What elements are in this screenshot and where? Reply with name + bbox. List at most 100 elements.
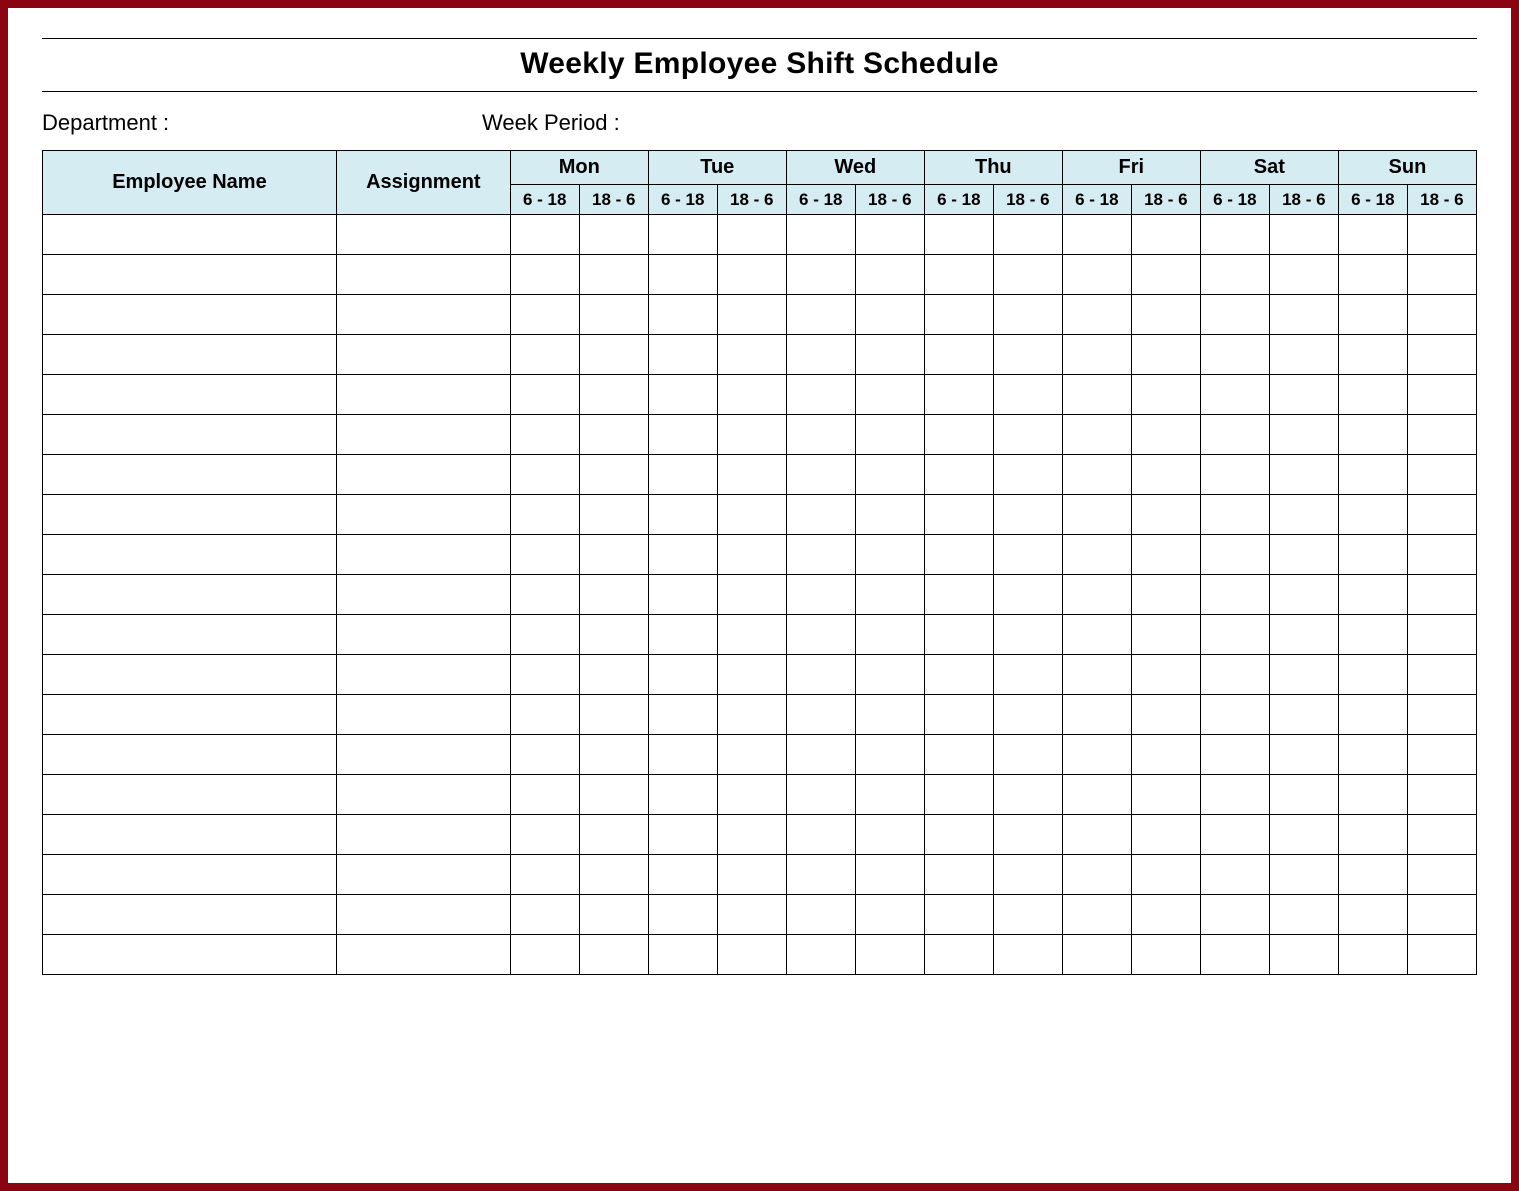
- cell-shift[interactable]: [717, 455, 786, 495]
- cell-employee[interactable]: [43, 335, 337, 375]
- cell-shift[interactable]: [510, 575, 579, 615]
- cell-shift[interactable]: [579, 935, 648, 975]
- cell-assignment[interactable]: [336, 575, 510, 615]
- cell-shift[interactable]: [1062, 615, 1131, 655]
- cell-shift[interactable]: [786, 775, 855, 815]
- cell-employee[interactable]: [43, 375, 337, 415]
- cell-shift[interactable]: [1131, 655, 1200, 695]
- cell-shift[interactable]: [1200, 375, 1269, 415]
- cell-shift[interactable]: [993, 295, 1062, 335]
- cell-shift[interactable]: [1131, 255, 1200, 295]
- cell-employee[interactable]: [43, 215, 337, 255]
- cell-shift[interactable]: [1200, 495, 1269, 535]
- cell-shift[interactable]: [1338, 215, 1407, 255]
- cell-shift[interactable]: [1338, 695, 1407, 735]
- cell-shift[interactable]: [993, 535, 1062, 575]
- cell-shift[interactable]: [1407, 495, 1476, 535]
- cell-shift[interactable]: [1269, 375, 1338, 415]
- cell-shift[interactable]: [993, 615, 1062, 655]
- cell-shift[interactable]: [510, 335, 579, 375]
- cell-shift[interactable]: [993, 655, 1062, 695]
- cell-shift[interactable]: [786, 415, 855, 455]
- cell-shift[interactable]: [717, 535, 786, 575]
- cell-shift[interactable]: [924, 455, 993, 495]
- cell-shift[interactable]: [855, 375, 924, 415]
- cell-shift[interactable]: [1269, 735, 1338, 775]
- cell-shift[interactable]: [648, 535, 717, 575]
- cell-shift[interactable]: [1200, 215, 1269, 255]
- cell-shift[interactable]: [1062, 535, 1131, 575]
- cell-shift[interactable]: [579, 495, 648, 535]
- cell-shift[interactable]: [1131, 295, 1200, 335]
- cell-shift[interactable]: [1407, 775, 1476, 815]
- cell-shift[interactable]: [1062, 655, 1131, 695]
- cell-shift[interactable]: [1062, 695, 1131, 735]
- cell-shift[interactable]: [1407, 455, 1476, 495]
- cell-shift[interactable]: [924, 655, 993, 695]
- cell-shift[interactable]: [855, 695, 924, 735]
- cell-shift[interactable]: [786, 375, 855, 415]
- cell-shift[interactable]: [717, 815, 786, 855]
- cell-shift[interactable]: [855, 255, 924, 295]
- cell-shift[interactable]: [855, 775, 924, 815]
- cell-shift[interactable]: [786, 255, 855, 295]
- cell-shift[interactable]: [786, 295, 855, 335]
- cell-shift[interactable]: [786, 575, 855, 615]
- cell-employee[interactable]: [43, 935, 337, 975]
- cell-shift[interactable]: [924, 855, 993, 895]
- cell-shift[interactable]: [717, 615, 786, 655]
- cell-shift[interactable]: [786, 535, 855, 575]
- cell-assignment[interactable]: [336, 615, 510, 655]
- cell-shift[interactable]: [855, 895, 924, 935]
- cell-shift[interactable]: [924, 575, 993, 615]
- cell-employee[interactable]: [43, 535, 337, 575]
- cell-shift[interactable]: [855, 615, 924, 655]
- cell-shift[interactable]: [510, 455, 579, 495]
- cell-shift[interactable]: [1338, 895, 1407, 935]
- cell-shift[interactable]: [648, 695, 717, 735]
- cell-shift[interactable]: [1131, 695, 1200, 735]
- cell-shift[interactable]: [1407, 655, 1476, 695]
- cell-shift[interactable]: [1131, 575, 1200, 615]
- cell-shift[interactable]: [717, 775, 786, 815]
- cell-shift[interactable]: [1062, 575, 1131, 615]
- cell-shift[interactable]: [786, 215, 855, 255]
- cell-shift[interactable]: [579, 615, 648, 655]
- cell-shift[interactable]: [510, 615, 579, 655]
- cell-shift[interactable]: [1131, 535, 1200, 575]
- cell-shift[interactable]: [1269, 215, 1338, 255]
- cell-shift[interactable]: [855, 495, 924, 535]
- cell-shift[interactable]: [1062, 895, 1131, 935]
- cell-shift[interactable]: [1131, 375, 1200, 415]
- cell-shift[interactable]: [993, 495, 1062, 535]
- cell-shift[interactable]: [855, 335, 924, 375]
- cell-shift[interactable]: [510, 735, 579, 775]
- cell-shift[interactable]: [1338, 495, 1407, 535]
- cell-assignment[interactable]: [336, 415, 510, 455]
- cell-shift[interactable]: [717, 855, 786, 895]
- cell-shift[interactable]: [993, 335, 1062, 375]
- cell-shift[interactable]: [924, 695, 993, 735]
- cell-shift[interactable]: [1200, 615, 1269, 655]
- cell-shift[interactable]: [579, 335, 648, 375]
- cell-shift[interactable]: [1269, 655, 1338, 695]
- cell-shift[interactable]: [648, 415, 717, 455]
- cell-shift[interactable]: [1407, 575, 1476, 615]
- cell-shift[interactable]: [1407, 255, 1476, 295]
- cell-assignment[interactable]: [336, 775, 510, 815]
- cell-shift[interactable]: [1407, 375, 1476, 415]
- cell-shift[interactable]: [993, 415, 1062, 455]
- cell-shift[interactable]: [786, 735, 855, 775]
- cell-assignment[interactable]: [336, 375, 510, 415]
- cell-employee[interactable]: [43, 815, 337, 855]
- cell-shift[interactable]: [855, 415, 924, 455]
- cell-shift[interactable]: [1338, 615, 1407, 655]
- cell-shift[interactable]: [510, 295, 579, 335]
- cell-shift[interactable]: [993, 895, 1062, 935]
- cell-shift[interactable]: [786, 495, 855, 535]
- cell-shift[interactable]: [1200, 895, 1269, 935]
- cell-shift[interactable]: [648, 855, 717, 895]
- cell-shift[interactable]: [648, 375, 717, 415]
- cell-shift[interactable]: [1269, 455, 1338, 495]
- cell-shift[interactable]: [717, 495, 786, 535]
